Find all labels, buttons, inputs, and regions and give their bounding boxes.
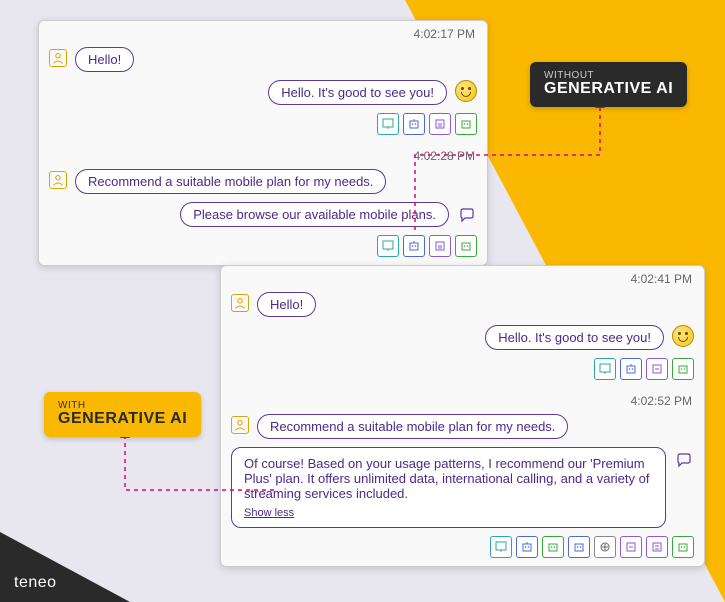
- action-icon[interactable]: [646, 536, 668, 558]
- timestamp: 4:02:28 PM: [39, 143, 487, 167]
- robot-icon[interactable]: [403, 113, 425, 135]
- show-less-link[interactable]: Show less: [244, 507, 294, 519]
- speech-bubble-icon[interactable]: [674, 451, 694, 471]
- user-icon: [231, 294, 249, 312]
- user-icon: [231, 416, 249, 434]
- robot-icon[interactable]: [403, 235, 425, 257]
- user-message: Recommend a suitable mobile plan for my …: [257, 414, 568, 439]
- action-icon[interactable]: [429, 113, 451, 135]
- bot-message-expanded: Of course! Based on your usage patterns,…: [231, 447, 666, 528]
- timestamp: 4:02:17 PM: [39, 21, 487, 45]
- timestamp: 4:02:52 PM: [221, 388, 704, 412]
- bot-message: Please browse our available mobile plans…: [180, 202, 449, 227]
- speech-bubble-icon[interactable]: [457, 206, 477, 226]
- action-icon-row: [221, 356, 704, 388]
- chat-row-user: Hello!: [39, 45, 487, 78]
- chat-row-bot: Hello. It's good to see you!: [39, 78, 487, 111]
- robot-icon[interactable]: [620, 358, 642, 380]
- action-icon[interactable]: [620, 536, 642, 558]
- action-icon[interactable]: [429, 235, 451, 257]
- user-message: Hello!: [257, 292, 316, 317]
- action-icon[interactable]: [377, 113, 399, 135]
- chat-row-bot: Hello. It's good to see you!: [221, 323, 704, 356]
- wink-emoji-icon: [672, 325, 694, 347]
- robot-icon[interactable]: [516, 536, 538, 558]
- wink-emoji-icon: [455, 80, 477, 102]
- robot-icon[interactable]: [672, 358, 694, 380]
- user-message: Hello!: [75, 47, 134, 72]
- action-icon[interactable]: [490, 536, 512, 558]
- chat-window-with-ai: 4:02:41 PM Hello! Hello. It's good to se…: [220, 265, 705, 567]
- action-icon[interactable]: [594, 358, 616, 380]
- timestamp: 4:02:41 PM: [221, 266, 704, 290]
- chat-row-user: Recommend a suitable mobile plan for my …: [39, 167, 487, 200]
- badge-with-ai: WITH GENERATIVE AI: [44, 392, 201, 437]
- bot-message-text: Of course! Based on your usage patterns,…: [244, 456, 649, 501]
- chat-window-without-ai: 4:02:17 PM Hello! Hello. It's good to se…: [38, 20, 488, 266]
- robot-icon[interactable]: [672, 536, 694, 558]
- robot-icon[interactable]: [455, 113, 477, 135]
- chat-row-bot: Please browse our available mobile plans…: [39, 200, 487, 233]
- action-icon[interactable]: [646, 358, 668, 380]
- user-message: Recommend a suitable mobile plan for my …: [75, 169, 386, 194]
- robot-icon[interactable]: [455, 235, 477, 257]
- user-icon: [49, 49, 67, 67]
- bot-message: Hello. It's good to see you!: [268, 80, 447, 105]
- badge-without-ai: WITHOUT GENERATIVE AI: [530, 62, 687, 107]
- chat-row-bot: Of course! Based on your usage patterns,…: [221, 445, 704, 534]
- robot-icon[interactable]: [542, 536, 564, 558]
- action-icon-row: [221, 534, 704, 566]
- sparkle-icon[interactable]: [594, 536, 616, 558]
- badge-title: GENERATIVE AI: [544, 81, 673, 97]
- robot-icon[interactable]: [568, 536, 590, 558]
- chat-row-user: Recommend a suitable mobile plan for my …: [221, 412, 704, 445]
- action-icon-row: [39, 233, 487, 265]
- action-icon[interactable]: [377, 235, 399, 257]
- chat-row-user: Hello!: [221, 290, 704, 323]
- user-icon: [49, 171, 67, 189]
- bot-message: Hello. It's good to see you!: [485, 325, 664, 350]
- badge-title: GENERATIVE AI: [58, 411, 187, 427]
- action-icon-row: [39, 111, 487, 143]
- brand-logo: teneo: [14, 574, 57, 592]
